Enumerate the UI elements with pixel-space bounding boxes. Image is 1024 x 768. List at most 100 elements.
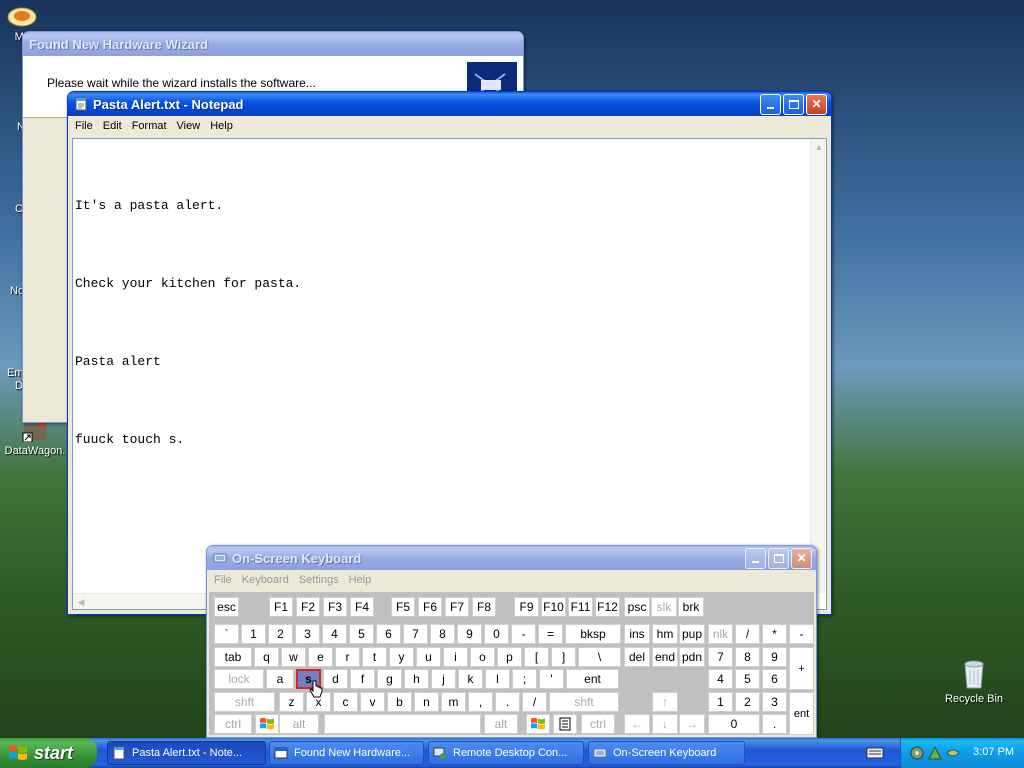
osk-key[interactable]: m: [441, 692, 466, 712]
taskbar-button-osk[interactable]: On-Screen Keyboard: [588, 741, 745, 765]
menu-view[interactable]: View: [172, 120, 206, 132]
osk-key[interactable]: F6: [418, 597, 442, 617]
osk-key-windows-left[interactable]: [255, 714, 279, 734]
osk-key[interactable]: 9: [762, 647, 787, 667]
osk-key[interactable]: lock: [214, 669, 264, 689]
tray-icon-update[interactable]: [945, 745, 961, 761]
osk-key[interactable]: a: [266, 669, 294, 689]
osk-key[interactable]: 8: [735, 647, 760, 667]
taskbar-button-notepad[interactable]: Pasta Alert.txt - Note...: [107, 741, 266, 765]
osk-key[interactable]: F12: [595, 597, 620, 617]
osk-key[interactable]: 4: [708, 669, 733, 689]
osk-key[interactable]: f: [350, 669, 375, 689]
osk-key[interactable]: v: [360, 692, 385, 712]
clock[interactable]: 3:07 PM: [973, 746, 1014, 758]
osk-key[interactable]: =: [538, 624, 563, 644]
osk-key[interactable]: *: [762, 624, 787, 644]
osk-key[interactable]: 3: [762, 692, 787, 712]
menu-file[interactable]: File: [70, 120, 98, 132]
osk-key[interactable]: pup: [679, 624, 705, 644]
osk-key[interactable]: F5: [391, 597, 415, 617]
desktop-icon-recycle-bin[interactable]: Recycle Bin: [938, 658, 1010, 705]
wizard-titlebar[interactable]: Found New Hardware Wizard: [23, 32, 523, 56]
osk-key[interactable]: n: [414, 692, 439, 712]
osk-key[interactable]: ,: [468, 692, 493, 712]
osk-key[interactable]: 1: [241, 624, 266, 644]
menu-file[interactable]: File: [209, 574, 237, 586]
osk-key[interactable]: F9: [514, 597, 539, 617]
osk-key[interactable]: 3: [295, 624, 320, 644]
osk-key[interactable]: 1: [708, 692, 733, 712]
taskbar-button-remote-desktop[interactable]: Remote Desktop Con...: [428, 741, 584, 765]
osk-key[interactable]: ]: [551, 647, 576, 667]
osk-key[interactable]: ': [539, 669, 564, 689]
osk-key[interactable]: esc: [214, 597, 239, 617]
osk-key[interactable]: 4: [322, 624, 347, 644]
osk-key[interactable]: k: [458, 669, 483, 689]
osk-key[interactable]: l: [485, 669, 510, 689]
osk-key[interactable]: alt: [484, 714, 518, 734]
osk-key[interactable]: F8: [472, 597, 496, 617]
osk-key[interactable]: p: [497, 647, 522, 667]
scroll-left-icon[interactable]: ◀: [73, 594, 89, 610]
osk-key[interactable]: [: [524, 647, 549, 667]
osk-key[interactable]: i: [443, 647, 468, 667]
desktop-icon-datawagon[interactable]: DataWagon.: [2, 420, 68, 457]
osk-key[interactable]: .: [762, 714, 787, 734]
osk-key[interactable]: pdn: [679, 647, 705, 667]
osk-key[interactable]: F11: [568, 597, 593, 617]
tray-icon-security[interactable]: [927, 745, 943, 761]
osk-key[interactable]: 0: [484, 624, 509, 644]
maximize-button[interactable]: [783, 93, 804, 115]
osk-key[interactable]: ;: [512, 669, 537, 689]
osk-key[interactable]: w: [281, 647, 306, 667]
osk-key[interactable]: F10: [541, 597, 566, 617]
osk-key[interactable]: ←: [624, 714, 650, 734]
osk-key[interactable]: shft: [214, 692, 275, 712]
osk-key[interactable]: ent: [789, 692, 814, 735]
osk-key[interactable]: q: [254, 647, 279, 667]
scroll-up-icon[interactable]: ▲: [811, 139, 827, 155]
osk-key[interactable]: /: [522, 692, 547, 712]
osk-key[interactable]: 2: [735, 692, 760, 712]
osk-key[interactable]: 0: [708, 714, 760, 734]
osk-key[interactable]: e: [308, 647, 333, 667]
osk-key[interactable]: F2: [296, 597, 320, 617]
vertical-scrollbar[interactable]: ▲: [810, 139, 826, 593]
osk-key[interactable]: -: [511, 624, 536, 644]
osk-key[interactable]: del: [624, 647, 650, 667]
start-button[interactable]: start: [0, 738, 97, 768]
osk-key[interactable]: d: [323, 669, 348, 689]
osk-key-menu[interactable]: [553, 714, 577, 734]
osk-key[interactable]: ↓: [652, 714, 678, 734]
minimize-button[interactable]: [745, 547, 766, 569]
osk-key[interactable]: y: [389, 647, 414, 667]
osk-key[interactable]: shft: [549, 692, 619, 712]
minimize-button[interactable]: [760, 93, 781, 115]
osk-key[interactable]: psc: [624, 597, 650, 617]
osk-key[interactable]: z: [279, 692, 304, 712]
menu-help[interactable]: Help: [344, 574, 377, 586]
osk-key[interactable]: end: [652, 647, 678, 667]
osk-key[interactable]: b: [387, 692, 412, 712]
osk-key[interactable]: 5: [735, 669, 760, 689]
osk-key[interactable]: ent: [566, 669, 619, 689]
close-button[interactable]: ✕: [791, 547, 812, 569]
osk-key[interactable]: /: [735, 624, 760, 644]
osk-key[interactable]: ↑: [652, 692, 678, 712]
menu-help[interactable]: Help: [205, 120, 238, 132]
osk-key[interactable]: bksp: [565, 624, 621, 644]
osk-key[interactable]: u: [416, 647, 441, 667]
osk-key[interactable]: ctrl: [214, 714, 252, 734]
osk-key[interactable]: +: [789, 647, 814, 690]
osk-key[interactable]: →: [679, 714, 705, 734]
close-button[interactable]: ✕: [806, 93, 827, 115]
osk-key[interactable]: alt: [279, 714, 319, 734]
osk-key-windows-right[interactable]: [526, 714, 550, 734]
osk-key[interactable]: 2: [268, 624, 293, 644]
osk-key[interactable]: t: [362, 647, 387, 667]
maximize-button[interactable]: [768, 547, 789, 569]
osk-key[interactable]: F4: [350, 597, 374, 617]
osk-key[interactable]: ins: [624, 624, 650, 644]
notepad-titlebar[interactable]: Pasta Alert.txt - Notepad ✕: [68, 92, 831, 116]
